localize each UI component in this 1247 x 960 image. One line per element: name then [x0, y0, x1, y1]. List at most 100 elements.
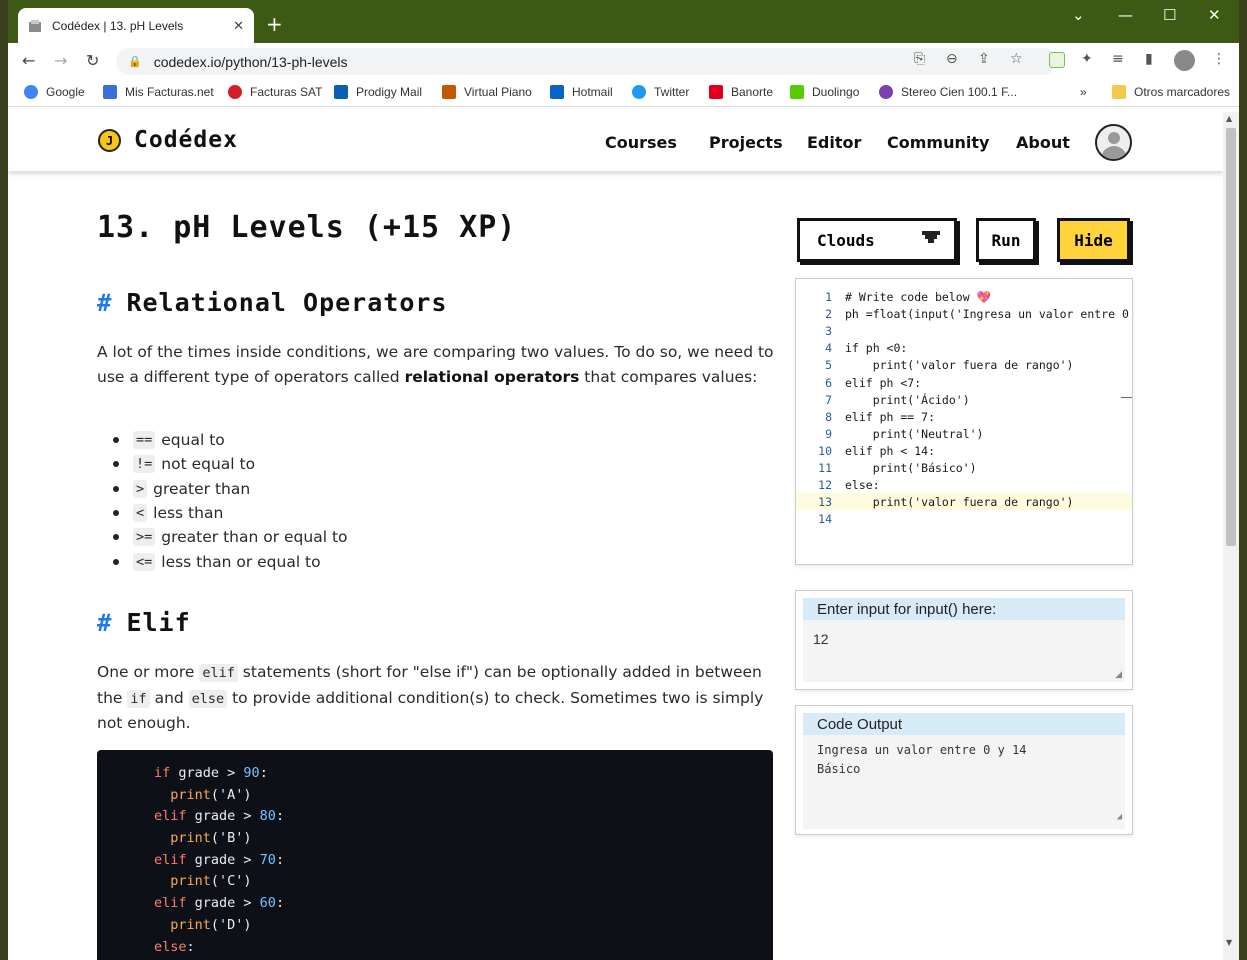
window-close-icon[interactable]: ✕	[1208, 6, 1221, 24]
list-item: != not equal to	[113, 452, 348, 476]
list-item: <= less than or equal to	[113, 549, 348, 573]
editor-line: 2 ph =float(input('Ingresa un valor entre…	[825, 306, 1129, 321]
bookmark-banorte[interactable]: Banorte	[709, 85, 773, 99]
scroll-down-icon[interactable]: ▼	[1226, 938, 1232, 947]
browser-tab[interactable]: Codédex | 13. pH Levels ✕	[18, 8, 254, 43]
lock-icon[interactable]: 🔒	[128, 55, 142, 68]
bookmark-hotmail[interactable]: Hotmail	[550, 85, 613, 99]
hide-button[interactable]: Hide	[1057, 218, 1130, 262]
prodigy-icon	[334, 85, 348, 99]
site-logo[interactable]: Codédex	[134, 127, 238, 153]
nav-projects[interactable]: Projects	[709, 133, 783, 152]
editor-line: 8 elif ph == 7:	[825, 409, 936, 424]
bookmark-prodigy-mail[interactable]: Prodigy Mail	[334, 85, 422, 99]
code-editor[interactable]: 1 # Write code below 💖 2 ph =float(input('…	[795, 278, 1133, 565]
program-input-field[interactable]: 12 ◢	[803, 620, 1125, 682]
tab-title: Codédex | 13. pH Levels	[52, 18, 184, 33]
user-avatar[interactable]	[1095, 124, 1132, 161]
stereo-cien-icon	[879, 85, 893, 99]
tab-close-icon[interactable]: ✕	[233, 18, 244, 34]
url-text: codedex.io/python/13-ph-levels	[153, 53, 348, 70]
output-panel: Code Output Ingresa un valor entre 0 y 1…	[795, 705, 1133, 835]
lesson-title: 13. pH Levels (+15 XP)	[97, 210, 517, 245]
input-panel: Enter input for input() here: 12 ◢	[795, 590, 1133, 690]
bookmark-duolingo[interactable]: Duolingo	[790, 85, 859, 99]
resize-handle-icon[interactable]: ◢	[1117, 808, 1122, 827]
back-arrow-icon[interactable]: ←	[22, 51, 35, 70]
code-line: elif grade > 60:	[154, 895, 285, 912]
bookmark-google[interactable]: Google	[24, 85, 85, 99]
zoom-icon[interactable]: ⊖	[946, 51, 958, 67]
editor-line: 3	[825, 323, 832, 338]
nav-about[interactable]: About	[1016, 133, 1070, 152]
new-tab-button[interactable]: +	[266, 12, 283, 36]
hash-anchor-icon[interactable]: #	[97, 289, 112, 317]
bookmark-virtual-piano[interactable]: Virtual Piano	[442, 85, 532, 99]
bullet-icon	[113, 534, 119, 541]
forward-arrow-icon[interactable]: →	[54, 51, 67, 70]
input-label: Enter input for input() here:	[803, 598, 1125, 620]
operators-list: == equal to != not equal to > greater than …	[113, 428, 348, 574]
code-line: if grade > 90:	[154, 765, 268, 781]
bookmark-facturas-sat[interactable]: Facturas SAT	[228, 85, 322, 99]
editor-line-active: 13 print('valor fuera de rango')	[796, 493, 1132, 511]
list-item: > greater than	[113, 477, 348, 501]
other-bookmarks-folder[interactable]: Otros marcadores	[1112, 85, 1230, 99]
folder-icon	[1112, 85, 1126, 99]
reload-icon[interactable]: ↻	[86, 51, 99, 70]
theme-select[interactable]: Clouds	[797, 218, 957, 262]
editor-line: 14	[818, 511, 832, 526]
nav-courses[interactable]: Courses	[605, 133, 677, 152]
bookmark-star-icon[interactable]: ☆	[1010, 51, 1023, 67]
scroll-up-icon[interactable]: ▲	[1226, 114, 1232, 123]
browser-toolbar: ← → ↻ 🔒 codedex.io/python/13-ph-levels ⎘…	[8, 43, 1239, 79]
nav-community[interactable]: Community	[887, 133, 989, 152]
profile-avatar-icon[interactable]	[1174, 50, 1195, 71]
bullet-icon	[113, 510, 119, 517]
minimize-icon[interactable]: —	[1118, 6, 1133, 24]
nav-editor[interactable]: Editor	[807, 133, 861, 152]
extension-icon[interactable]	[1049, 52, 1065, 68]
bookmarks-bar: Google Mis Facturas.net Facturas SAT Pro…	[8, 79, 1239, 107]
page-scrollbar[interactable]: ▲ ▼	[1223, 112, 1239, 960]
editor-line: 4 if ph <0:	[825, 340, 908, 355]
bookmark-stereo-cien[interactable]: Stereo Cien 100.1 F...	[879, 85, 1017, 99]
site-header: J Codédex Courses Projects Editor Commun…	[8, 112, 1223, 171]
outlook-icon	[550, 85, 564, 99]
codedex-coin-logo-icon[interactable]: J	[98, 129, 121, 152]
sat-icon	[228, 85, 242, 99]
extensions-puzzle-icon[interactable]: ✦	[1081, 51, 1093, 67]
scroll-thumb[interactable]	[1226, 128, 1236, 546]
output-line: Ingresa un valor entre 0 y 14	[817, 743, 1027, 757]
section-heading-relational-operators: # Relational Operators	[97, 288, 448, 317]
editor-line: 12 else:	[818, 477, 880, 492]
tab-search-icon[interactable]: ⌄	[1072, 6, 1085, 24]
side-panel-icon[interactable]: ▮	[1145, 51, 1153, 67]
code-line: print('B')	[170, 830, 252, 847]
google-icon	[24, 85, 38, 99]
bookmark-twitter[interactable]: Twitter	[632, 85, 689, 99]
hash-anchor-icon[interactable]: #	[97, 609, 112, 637]
list-item: == equal to	[113, 428, 348, 452]
avatar-head	[1108, 132, 1120, 144]
editor-fold-marker[interactable]	[1121, 397, 1132, 398]
mis-facturas-icon	[103, 85, 117, 99]
code-line: print('C')	[170, 873, 252, 890]
code-line: else:	[154, 938, 195, 955]
bullet-icon	[113, 485, 119, 492]
clipboard-icon[interactable]: ⎘	[914, 51, 925, 67]
bookmark-mis-facturas[interactable]: Mis Facturas.net	[103, 85, 214, 99]
run-button[interactable]: Run	[976, 218, 1036, 262]
resize-handle-icon[interactable]: ◢	[1115, 669, 1122, 680]
maximize-icon[interactable]: ☐	[1163, 6, 1176, 24]
menu-kebab-icon[interactable]: ⋮	[1212, 51, 1226, 67]
bullet-icon	[113, 558, 119, 565]
code-line: print('D')	[170, 916, 252, 933]
bullet-icon	[113, 437, 119, 444]
editor-line: 6 elif ph <7:	[825, 375, 922, 390]
section-heading-elif: # Elif	[97, 608, 191, 637]
share-icon[interactable]: ⇪	[978, 51, 990, 67]
bookmarks-overflow-button[interactable]: »	[1080, 85, 1087, 99]
media-queue-icon[interactable]: ≡	[1112, 51, 1124, 67]
code-line: print('A')	[170, 786, 252, 803]
